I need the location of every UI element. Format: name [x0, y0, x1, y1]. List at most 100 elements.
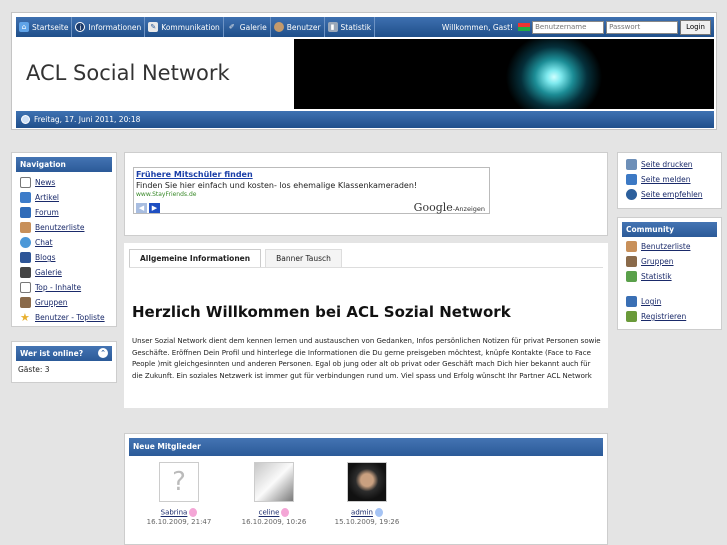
- community-item-statistik[interactable]: Statistik: [618, 269, 721, 284]
- username-input[interactable]: [532, 20, 605, 34]
- home-icon: ⌂: [19, 22, 29, 32]
- page-icon: [20, 177, 31, 188]
- password-input[interactable]: [606, 20, 679, 34]
- header: ⌂ Startseite i Informationen ✎ Kommunikatio…: [11, 12, 717, 130]
- member-name[interactable]: celine: [259, 509, 280, 517]
- register-icon: [626, 311, 637, 322]
- nav-statistik[interactable]: ▮ Statistik: [325, 17, 376, 37]
- recommend-page-link[interactable]: Seite empfehlen: [618, 187, 721, 202]
- sidebar-item-top-inhalte[interactable]: Top - Inhalte: [12, 280, 116, 295]
- report-icon: [626, 174, 637, 185]
- tab-divider: [129, 267, 603, 268]
- banner-eye-image: [294, 39, 714, 109]
- nav-galerie[interactable]: ✐ Galerie: [224, 17, 271, 37]
- next-arrow-icon[interactable]: ▶: [149, 203, 160, 213]
- member-card: ? Sabrina 16.10.2009, 21:47: [139, 462, 219, 526]
- current-date: Freitag, 17. Juni 2011, 20:18: [34, 115, 141, 124]
- welcome-paragraph: Unser Sozial Network dient dem kennen le…: [132, 337, 601, 380]
- navigation-title: Navigation: [16, 157, 112, 172]
- ad-box: Frühere Mitschüler finden Finden Sie hie…: [124, 152, 608, 236]
- prev-arrow-icon[interactable]: ◀: [136, 203, 147, 213]
- placeholder-avatar[interactable]: ?: [159, 462, 199, 502]
- female-icon: [189, 508, 198, 517]
- collapse-icon[interactable]: ⌃: [98, 348, 108, 358]
- nav-startseite[interactable]: ⌂ Startseite: [16, 17, 73, 37]
- new-members-title: Neue Mitglieder: [129, 438, 603, 456]
- login-icon: [626, 296, 637, 307]
- ad-arrows: ◀ ▶: [136, 203, 162, 213]
- blog-icon: [20, 252, 31, 263]
- print-page-link[interactable]: Seite drucken: [618, 157, 721, 172]
- sidebar-item-benutzerliste[interactable]: Benutzerliste: [12, 220, 116, 235]
- stats-icon: ▮: [327, 22, 338, 32]
- site-title: ACL Social Network: [26, 61, 230, 85]
- tab-banner-tausch[interactable]: Banner Tausch: [265, 249, 342, 267]
- top-icon: [20, 282, 31, 293]
- community-item-registrieren[interactable]: Registrieren: [618, 309, 721, 324]
- info-icon: i: [75, 22, 86, 32]
- nav-informationen[interactable]: i Informationen: [72, 17, 146, 37]
- avatar[interactable]: [347, 462, 387, 502]
- community-item-login[interactable]: Login: [618, 294, 721, 309]
- welcome-heading: Herzlich Willkommen bei ACL Sozial Netwo…: [132, 303, 511, 321]
- sidebar-item-artikel[interactable]: Artikel: [12, 190, 116, 205]
- sidebar-item-gruppen[interactable]: Gruppen: [12, 295, 116, 310]
- recommend-icon: [626, 189, 637, 200]
- new-members-box: Neue Mitglieder ? Sabrina 16.10.2009, 21…: [124, 433, 608, 545]
- member-date: 15.10.2009, 19:26: [334, 518, 400, 526]
- member-name[interactable]: admin: [351, 509, 373, 517]
- female-icon: [281, 508, 290, 517]
- nav-benutzer[interactable]: Benutzer: [271, 17, 325, 37]
- sidebar-item-news[interactable]: News: [12, 175, 116, 190]
- pencil-icon: ✐: [228, 23, 235, 31]
- guest-count: Gäste: 3: [18, 365, 50, 374]
- community-title: Community: [622, 222, 717, 237]
- sidebar-item-chat[interactable]: Chat: [12, 235, 116, 250]
- clock-icon: [21, 115, 30, 124]
- userlist-icon: [20, 222, 31, 233]
- member-card: celine 16.10.2009, 10:26: [234, 462, 314, 526]
- sidebar-item-forum[interactable]: Forum: [12, 205, 116, 220]
- sidebar-item-galerie[interactable]: Galerie: [12, 265, 116, 280]
- male-icon: [374, 508, 383, 517]
- main-content: Allgemeine Informationen Banner Tausch H…: [124, 243, 608, 408]
- who-is-online-title: Wer ist online? ⌃: [16, 346, 112, 361]
- forum-icon: [20, 207, 31, 218]
- member-date: 16.10.2009, 10:26: [241, 518, 307, 526]
- community-item-gruppen[interactable]: Gruppen: [618, 254, 721, 269]
- print-icon: [626, 159, 637, 170]
- member-card: admin 15.10.2009, 19:26: [327, 462, 407, 526]
- community-item-benutzerliste[interactable]: Benutzerliste: [618, 239, 721, 254]
- ad-text: Finden Sie hier einfach und kosten- los …: [136, 181, 418, 190]
- top-nav-bar: ⌂ Startseite i Informationen ✎ Kommunikatio…: [16, 17, 714, 37]
- star-icon: ★: [20, 311, 30, 324]
- nav-kommunikation[interactable]: ✎ Kommunikation: [145, 17, 224, 37]
- banner: ACL Social Network: [16, 39, 714, 109]
- flag-icon: [518, 23, 531, 31]
- sidebar-item-benutzer-topliste[interactable]: ★ Benutzer - Topliste: [12, 310, 116, 325]
- welcome-text: Willkommen, Gast!: [441, 22, 514, 32]
- report-page-link[interactable]: Seite melden: [618, 172, 721, 187]
- group-icon: [626, 256, 637, 267]
- gallery-icon: [20, 267, 31, 278]
- member-name[interactable]: Sabrina: [161, 509, 188, 517]
- message-icon: ✎: [148, 22, 159, 32]
- tab-bar: Allgemeine Informationen Banner Tausch: [129, 249, 346, 267]
- page-tools-box: Seite drucken Seite melden Seite empfehl…: [617, 152, 722, 209]
- date-bar: Freitag, 17. Juni 2011, 20:18: [16, 111, 714, 128]
- google-ads-logo[interactable]: Google-Anzeigen: [414, 201, 485, 214]
- google-ad[interactable]: Frühere Mitschüler finden Finden Sie hie…: [133, 167, 490, 214]
- user-icon: [273, 22, 284, 32]
- ad-title[interactable]: Frühere Mitschüler finden: [136, 170, 487, 179]
- ad-url[interactable]: www.StayFriends.de: [136, 191, 487, 198]
- group-icon: [20, 297, 31, 308]
- avatar[interactable]: [254, 462, 294, 502]
- tab-allgemeine-informationen[interactable]: Allgemeine Informationen: [129, 249, 262, 267]
- chat-icon: [20, 237, 31, 248]
- community-box: Community Benutzerliste Gruppen Statisti…: [617, 217, 722, 330]
- login-button[interactable]: Login: [680, 19, 711, 35]
- userlist-icon: [626, 241, 637, 252]
- sidebar-item-blogs[interactable]: Blogs: [12, 250, 116, 265]
- stats-icon: [626, 271, 637, 282]
- who-is-online-box: Wer ist online? ⌃ Gäste: 3: [11, 341, 117, 383]
